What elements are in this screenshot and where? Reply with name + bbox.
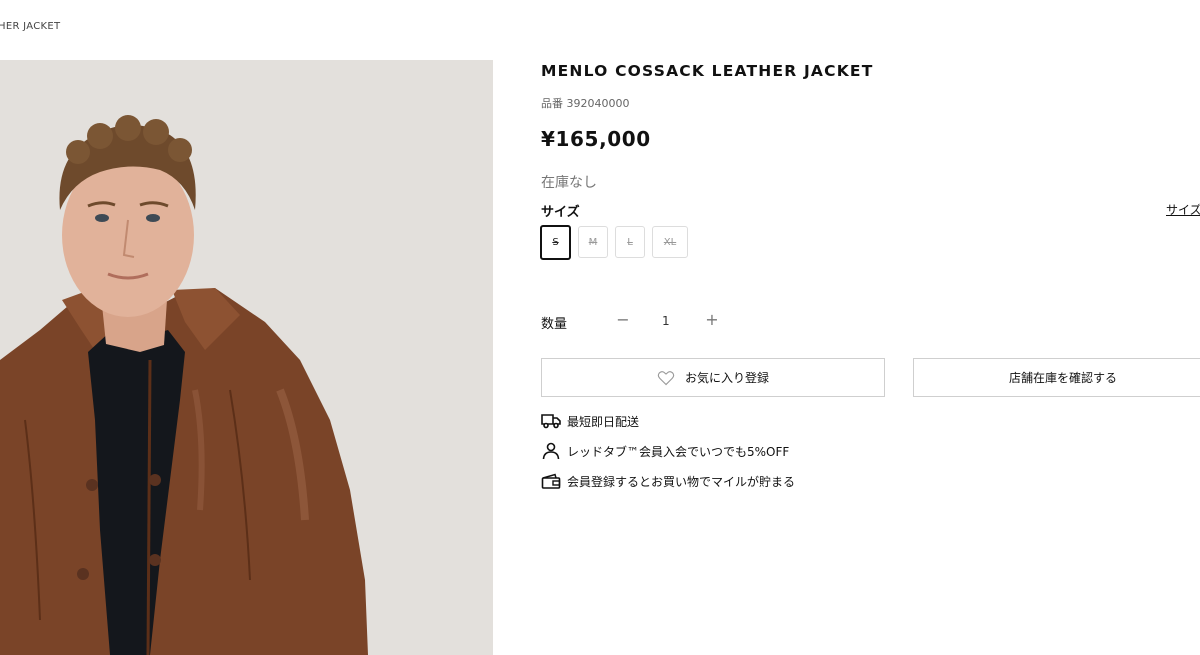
stock-status: 在庫なし: [541, 175, 597, 191]
feature-text: 最短即日配送: [567, 414, 640, 429]
check-store-stock-button[interactable]: 店舗在庫を確認する: [913, 358, 1200, 397]
size-option-m[interactable]: M: [578, 226, 608, 258]
quantity-label: 数量: [541, 317, 568, 332]
product-sku: 品番 392040000: [541, 97, 630, 110]
check-store-stock-label: 店舗在庫を確認する: [1008, 371, 1117, 385]
person-icon: [541, 442, 561, 460]
breadcrumb: HER JACKET: [0, 21, 60, 32]
feature-miles: 会員登録するとお買い物でマイルが貯まる: [541, 472, 795, 490]
size-option-l[interactable]: L: [615, 226, 645, 258]
feature-text: 会員登録するとお買い物でマイルが貯まる: [567, 474, 796, 489]
quantity-increase-button[interactable]: +: [704, 310, 720, 329]
size-guide-link[interactable]: サイズ: [1166, 201, 1200, 218]
feature-text: レッドタブ™会員入会でいつでも5%OFF: [567, 444, 790, 459]
product-title: MENLO COSSACK LEATHER JACKET: [541, 62, 874, 80]
size-selector: S M L XL: [540, 225, 688, 260]
product-price: ¥165,000: [541, 127, 651, 151]
size-option-s[interactable]: S: [540, 225, 571, 260]
add-to-favorites-button[interactable]: お気に入り登録: [541, 358, 885, 397]
size-label: サイズ: [541, 205, 580, 220]
add-to-favorites-label: お気に入り登録: [684, 371, 769, 385]
wallet-icon: [541, 472, 561, 490]
quantity-value[interactable]: 1: [662, 314, 670, 328]
quantity-decrease-button[interactable]: −: [615, 310, 631, 329]
size-option-xl[interactable]: XL: [652, 226, 688, 258]
feature-fast-delivery: 最短即日配送: [541, 412, 639, 430]
heart-icon: [657, 370, 675, 385]
breadcrumb-current: HER JACKET: [0, 21, 61, 32]
product-image[interactable]: [0, 60, 493, 655]
truck-icon: [541, 412, 561, 430]
feature-red-tab-member: レッドタブ™会員入会でいつでも5%OFF: [541, 442, 789, 460]
